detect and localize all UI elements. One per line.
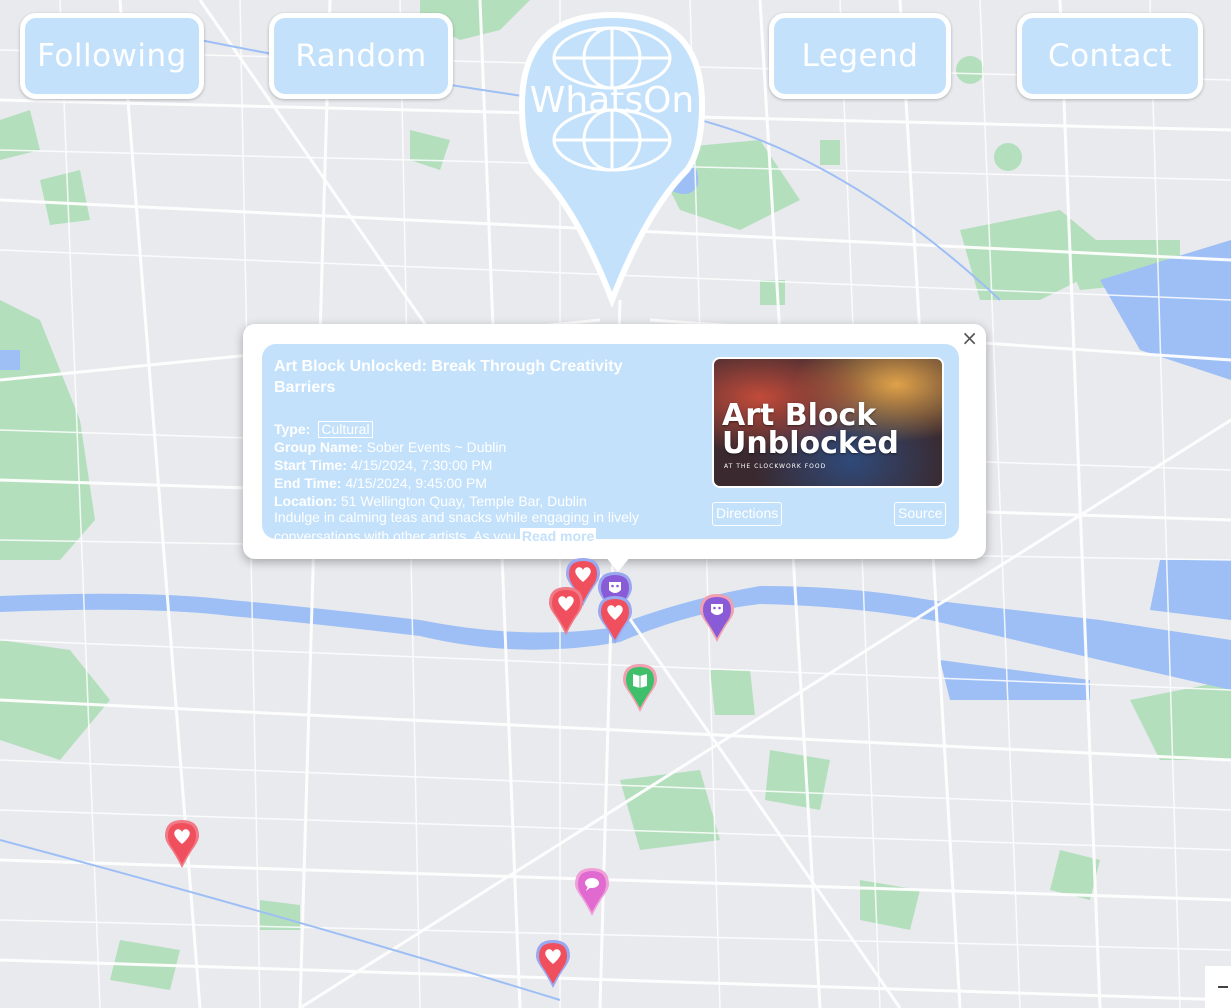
map-marker[interactable] [549,587,583,637]
zoom-out-control[interactable] [1205,966,1231,1008]
start-label: Start Time: [274,457,347,473]
map-marker[interactable] [623,664,657,714]
start-value: 4/15/2024, 7:30:00 PM [350,457,493,473]
legend-button[interactable]: Legend [769,13,951,99]
contact-button[interactable]: Contact [1017,13,1203,99]
map-marker[interactable] [598,596,632,646]
type-label: Type: [274,421,311,437]
event-popup: × Art Block Unlocked: Break Through Crea… [243,324,986,559]
theater-icon [700,594,734,642]
heart-icon [598,596,632,644]
map-marker[interactable] [536,940,570,990]
end-value: 4/15/2024, 9:45:00 PM [345,475,487,491]
image-title-line-2: Unblocked [722,426,899,461]
following-button[interactable]: Following [20,13,204,99]
minus-icon [1218,986,1228,988]
read-more-link[interactable]: Read more [519,528,597,544]
random-button[interactable]: Random [269,13,453,99]
speech-bubble-icon [575,868,609,916]
popup-pointer [605,556,631,572]
group-value: Sober Events ~ Dublin [366,439,507,455]
event-title: Art Block Unlocked: Break Through Creati… [274,358,623,396]
map-marker[interactable] [575,868,609,918]
group-label: Group Name: [274,439,363,455]
location-value: 51 Wellington Quay, Temple Bar, Dublin [340,493,587,509]
heart-icon [536,940,570,988]
close-icon[interactable]: × [961,326,978,350]
event-card: Art Block Unlocked: Break Through Creati… [262,344,959,544]
location-label: Location: [274,493,337,509]
source-button[interactable]: Source [894,502,947,526]
book-icon [623,664,657,712]
type-badge: Cultural [318,421,373,438]
event-image: Art Block Unblocked AT THE CLOCKWORK FOO… [712,357,944,488]
map-marker[interactable] [700,594,734,644]
end-label: End Time: [274,475,342,491]
map-marker[interactable] [165,820,199,870]
directions-button[interactable]: Directions [712,502,783,526]
heart-icon [549,587,583,635]
image-subtitle: AT THE CLOCKWORK FOOD [724,463,827,470]
event-details: Type: Cultural Group Name: Sober Events ~… [274,420,694,510]
heart-icon [165,820,199,868]
event-description: Indulge in calming teas and snacks while… [274,508,704,546]
whatson-logo[interactable]: WhatsOn [517,10,707,310]
svg-text:WhatsOn: WhatsOn [530,80,695,121]
